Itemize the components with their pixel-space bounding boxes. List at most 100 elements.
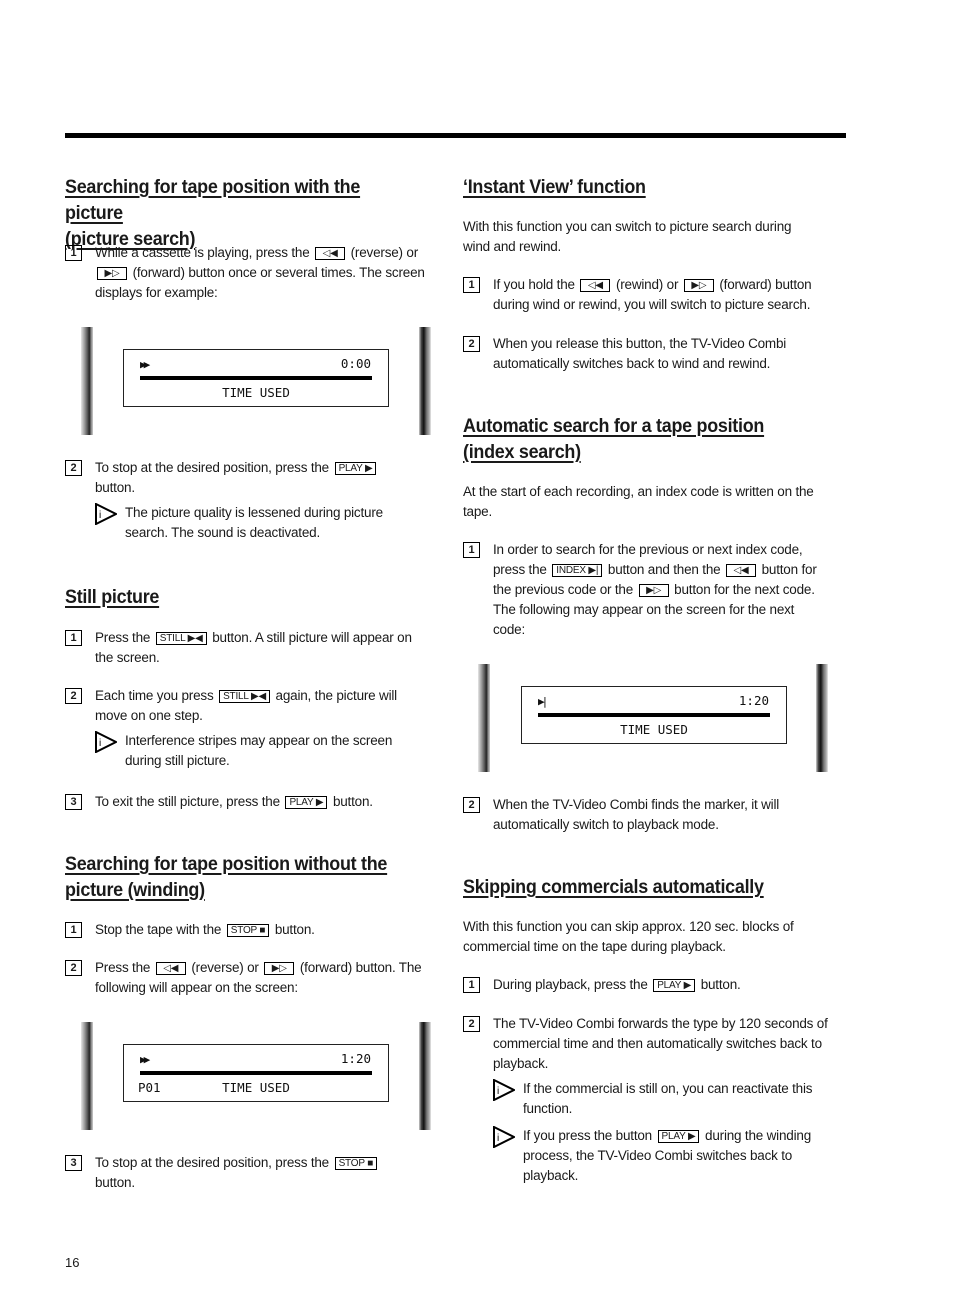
section-commercials: Skipping commercials automatically (463, 874, 790, 900)
svg-text:i: i (497, 1133, 499, 1144)
section-winding: Searching for tape position without the p… (65, 851, 415, 903)
step-number: 2 (463, 797, 480, 813)
info-icon: i (95, 731, 117, 753)
step-number: 2 (463, 336, 480, 352)
osd-screen-illustration: ▶| 1:20 TIME USED (478, 664, 828, 772)
step-2: 2 To stop at the desired position, press… (65, 458, 445, 498)
osd-label: TIME USED (222, 385, 290, 400)
osd-time: 0:00 (340, 356, 371, 371)
tape-edge-left (478, 664, 490, 772)
info-note: i If you press the button PLAY ▶ during … (493, 1126, 848, 1186)
top-rule (65, 133, 846, 138)
svg-text:i: i (99, 510, 101, 521)
play-key-icon: PLAY ▶ (334, 462, 377, 475)
forward-key-icon: ▶▷ (264, 962, 295, 975)
intro-text: With this function you can skip approx. … (463, 919, 794, 954)
step-1: 1 Stop the tape with the STOP ■ button. (65, 920, 445, 940)
info-icon: i (493, 1126, 515, 1148)
step-number: 2 (65, 960, 82, 976)
play-key-icon: PLAY ▶ (285, 796, 328, 809)
svg-text:i: i (497, 1086, 499, 1097)
tape-edge-left (81, 1022, 93, 1130)
step-1: 1 If you hold the ◁◀ (rewind) or ▶▷ (for… (463, 275, 848, 315)
osd-label: TIME USED (222, 1080, 290, 1095)
tape-edge-right (419, 1022, 431, 1130)
step-number: 2 (65, 460, 82, 476)
step-2: 2 Each time you press STILL ▶◀ again, th… (65, 686, 445, 726)
step-1: 1 In order to search for the previous or… (463, 540, 848, 640)
forward-key-icon: ▶▷ (97, 267, 127, 280)
step-1: 1 Press the STILL ▶◀ button. A still pic… (65, 628, 445, 668)
step-3: 3 To stop at the desired position, press… (65, 1153, 445, 1193)
page-number: 16 (65, 1255, 80, 1270)
osd-display: ▶▶ 0:00 TIME USED (123, 349, 389, 407)
tape-edge-left (81, 327, 93, 435)
skip-next-icon: ▶| (538, 695, 548, 708)
section-still-picture: Still picture (65, 584, 167, 610)
step-3: 3 To exit the still picture, press the P… (65, 792, 445, 812)
fast-forward-icon: ▶▶ (140, 1053, 150, 1066)
info-note: i If the commercial is still on, you can… (493, 1079, 848, 1119)
info-icon: i (493, 1079, 515, 1101)
section-title: Still picture (65, 586, 160, 608)
section-title: Searching for tape position with the pic… (65, 176, 361, 250)
forward-key-icon: ▶▷ (638, 584, 669, 597)
step-number: 2 (463, 1016, 480, 1032)
tape-edge-right (816, 664, 828, 772)
step-number: 3 (65, 794, 82, 810)
step-number: 1 (65, 922, 82, 938)
step-text: To stop at the desired position, press t… (95, 458, 445, 498)
osd-screen-illustration: ▶▶ 0:00 TIME USED (81, 327, 431, 435)
step-number: 1 (65, 245, 82, 261)
section-title: Searching for tape position without the p… (65, 853, 388, 901)
intro-text: With this function you can switch to pic… (463, 219, 792, 254)
play-key-icon: PLAY ▶ (653, 979, 696, 992)
section-title: Automatic search for a tape position (ind… (463, 415, 765, 463)
info-note: i The picture quality is lessened during… (95, 503, 445, 543)
rewind-key-icon: ◁◀ (315, 247, 346, 260)
step-number: 1 (463, 277, 480, 293)
step-1: 1 While a cassette is playing, press the… (65, 243, 445, 303)
step-2: 2 Press the ◁◀ (reverse) or ▶▷ (forward)… (65, 958, 445, 998)
section-title: Skipping commercials automatically (463, 876, 764, 898)
step-1: 1 During playback, press the PLAY ▶ butt… (463, 975, 848, 995)
stop-key-icon: STOP ■ (334, 1157, 378, 1170)
step-2: 2 When you release this button, the TV-V… (463, 334, 848, 374)
step-text: While a cassette is playing, press the ◁… (95, 245, 425, 300)
osd-screen-illustration: ▶▶ 1:20 P01 TIME USED (81, 1022, 431, 1130)
section-instant-view: ‘Instant View’ function (463, 174, 662, 200)
osd-bar (140, 376, 372, 380)
rewind-key-icon: ◁◀ (155, 962, 186, 975)
play-key-icon: PLAY ▶ (657, 1130, 700, 1143)
osd-time: 1:20 (340, 1051, 371, 1066)
rewind-key-icon: ◁◀ (580, 279, 611, 292)
step-number: 3 (65, 1155, 82, 1171)
osd-bar (140, 1071, 372, 1075)
still-key-icon: STILL ▶◀ (155, 632, 207, 645)
info-icon: i (95, 503, 117, 525)
osd-display: ▶| 1:20 TIME USED (521, 686, 787, 744)
fast-forward-icon: ▶▶ (140, 358, 150, 371)
osd-bar (538, 713, 770, 717)
step-2: 2 When the TV-Video Combi finds the mark… (463, 795, 848, 835)
step-number: 1 (463, 542, 480, 558)
stop-key-icon: STOP ■ (226, 924, 270, 937)
section-picture-search: Searching for tape position with the pic… (65, 174, 445, 252)
svg-text:i: i (99, 738, 101, 749)
step-number: 1 (65, 630, 82, 646)
osd-label: TIME USED (620, 722, 688, 737)
step-number: 1 (463, 977, 480, 993)
section-title: ‘Instant View’ function (463, 176, 646, 198)
rewind-key-icon: ◁◀ (726, 564, 757, 577)
intro-text: At the start of each recording, an index… (463, 484, 814, 519)
still-key-icon: STILL ▶◀ (219, 690, 270, 703)
forward-key-icon: ▶▷ (683, 279, 714, 292)
step-2: 2 The TV-Video Combi forwards the type b… (463, 1014, 853, 1074)
osd-time: 1:20 (738, 693, 769, 708)
section-index-search: Automatic search for a tape position (ind… (463, 413, 790, 465)
tape-edge-right (419, 327, 431, 435)
step-number: 2 (65, 688, 82, 704)
osd-display: ▶▶ 1:20 P01 TIME USED (123, 1044, 389, 1102)
index-key-icon: INDEX ▶| (552, 564, 603, 577)
info-note: i Interference stripes may appear on the… (95, 731, 445, 771)
